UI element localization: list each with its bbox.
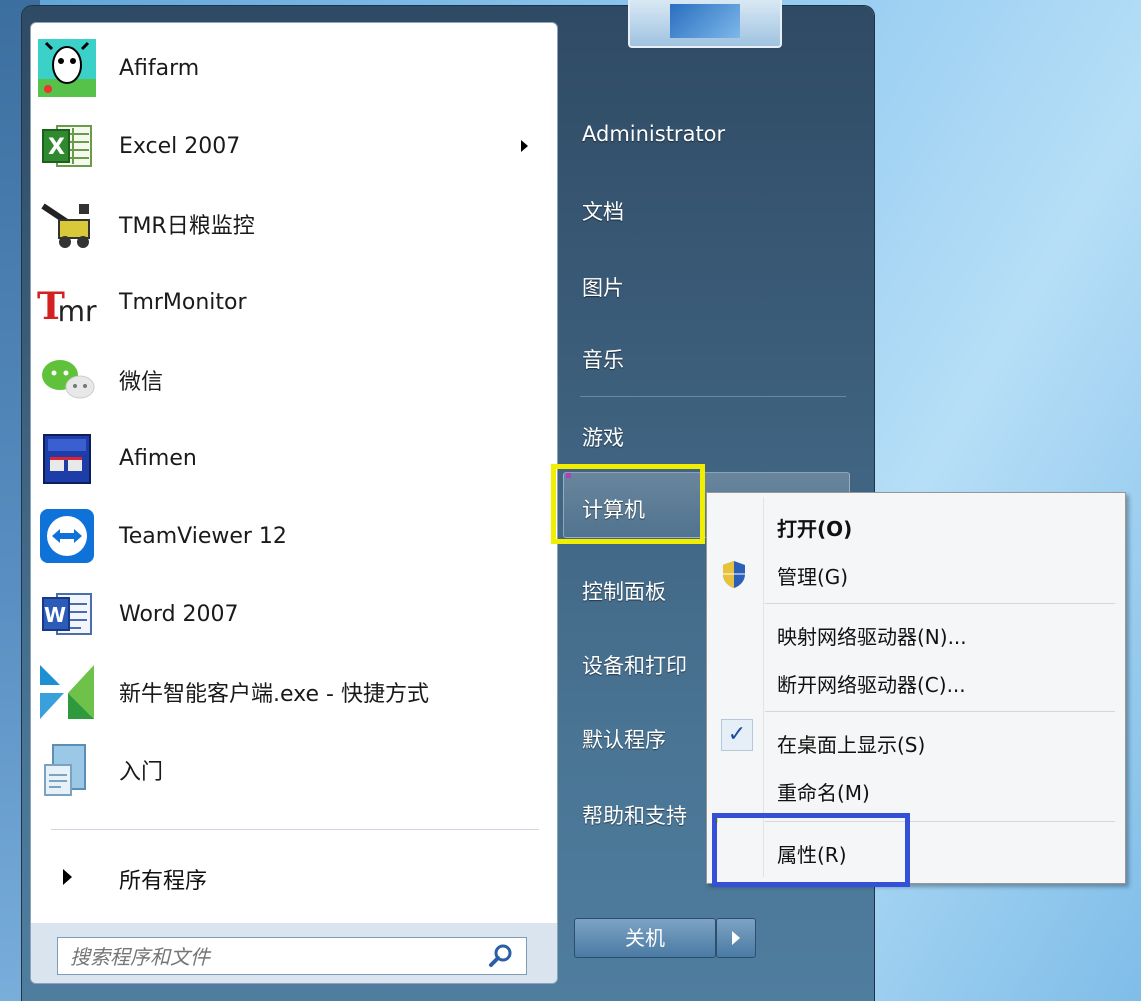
submenu-arrow-icon[interactable] [521,140,528,152]
program-label: Afimen [119,445,197,471]
svg-text:mr: mr [58,295,97,328]
afimen-icon [37,428,97,488]
program-label: Excel 2007 [119,133,241,159]
teamviewer-icon [37,506,97,566]
program-label: Afifarm [119,55,200,81]
program-item-tmrmonitor[interactable]: Tmr TmrMonitor [31,265,557,339]
right-item-pictures[interactable]: 图片 [582,272,624,302]
wechat-icon [37,350,97,410]
tmr-crane-icon [37,194,97,254]
expand-arrow-icon [63,869,72,885]
program-label: 入门 [119,760,164,785]
search-area [31,923,557,983]
ctx-rename[interactable]: 重命名(M) [777,777,870,806]
search-box[interactable] [57,937,527,975]
xinniu-icon [37,662,97,722]
getting-started-icon [37,740,97,800]
all-programs-label: 所有程序 [119,869,208,894]
excel-icon: X [37,116,97,176]
shutdown-button[interactable]: 关机 [574,918,716,958]
yellow-annotation-box [551,464,705,544]
program-item-word[interactable]: W Word 2007 [31,577,557,651]
all-programs-button[interactable]: 所有程序 [31,849,557,905]
right-item-games[interactable]: 游戏 [582,422,624,452]
ctx-disconnect-network-drive[interactable]: 断开网络驱动器(C)... [777,669,966,698]
program-item-xinniu[interactable]: 新牛智能客户端.exe - 快捷方式 [31,655,557,729]
separator [765,711,1115,712]
checkmark-icon: ✓ [721,719,753,751]
ctx-show-on-desktop[interactable]: 在桌面上显示(S) [777,729,925,758]
right-item-default-programs[interactable]: 默认程序 [582,724,666,754]
program-label: TeamViewer 12 [119,523,287,549]
ctx-open[interactable]: 打开(O) [777,513,852,542]
right-item-help-support[interactable]: 帮助和支持 [582,800,687,830]
program-item-tmr-feed[interactable]: TMR日粮监控 [31,187,557,261]
uac-shield-icon [723,561,745,588]
separator [51,829,539,830]
svg-text:W: W [44,603,66,627]
program-item-excel[interactable]: X Excel 2007 [31,109,557,183]
tmr-monitor-logo-icon: Tmr [37,272,97,332]
right-item-music[interactable]: 音乐 [582,344,624,374]
right-item-documents[interactable]: 文档 [582,196,624,226]
program-label: TMR日粮监控 [119,214,255,239]
program-label: 微信 [119,370,164,395]
shutdown-options-arrow-icon[interactable] [716,918,756,958]
ctx-manage[interactable]: 管理(G) [777,561,848,590]
search-icon[interactable] [488,943,514,969]
programs-pane: Afifarm X Excel 2007 TMR日粮监控 Tmr TmrMoni… [30,22,558,984]
program-label: 新牛智能客户端.exe - 快捷方式 [119,682,429,707]
right-item-user[interactable]: Administrator [582,122,725,146]
program-item-wechat[interactable]: 微信 [31,343,557,417]
separator [765,603,1115,604]
separator [580,396,846,397]
program-item-afifarm[interactable]: Afifarm [31,31,557,105]
program-item-getting-started[interactable]: 入门 [31,733,557,807]
program-item-afimen[interactable]: Afimen [31,421,557,495]
program-item-teamviewer[interactable]: TeamViewer 12 [31,499,557,573]
search-input[interactable] [68,943,472,971]
right-item-control-panel[interactable]: 控制面板 [582,576,666,606]
annotation-dot [566,473,571,478]
program-label: Word 2007 [119,601,239,627]
right-item-devices-printers[interactable]: 设备和打印 [582,650,687,680]
program-label: TmrMonitor [119,289,247,315]
word-icon: W [37,584,97,644]
ctx-map-network-drive[interactable]: 映射网络驱动器(N)... [777,621,967,650]
blue-annotation-box [712,813,910,887]
svg-text:X: X [48,135,65,160]
afifarm-cow-icon [37,38,97,98]
user-picture[interactable] [628,0,782,48]
